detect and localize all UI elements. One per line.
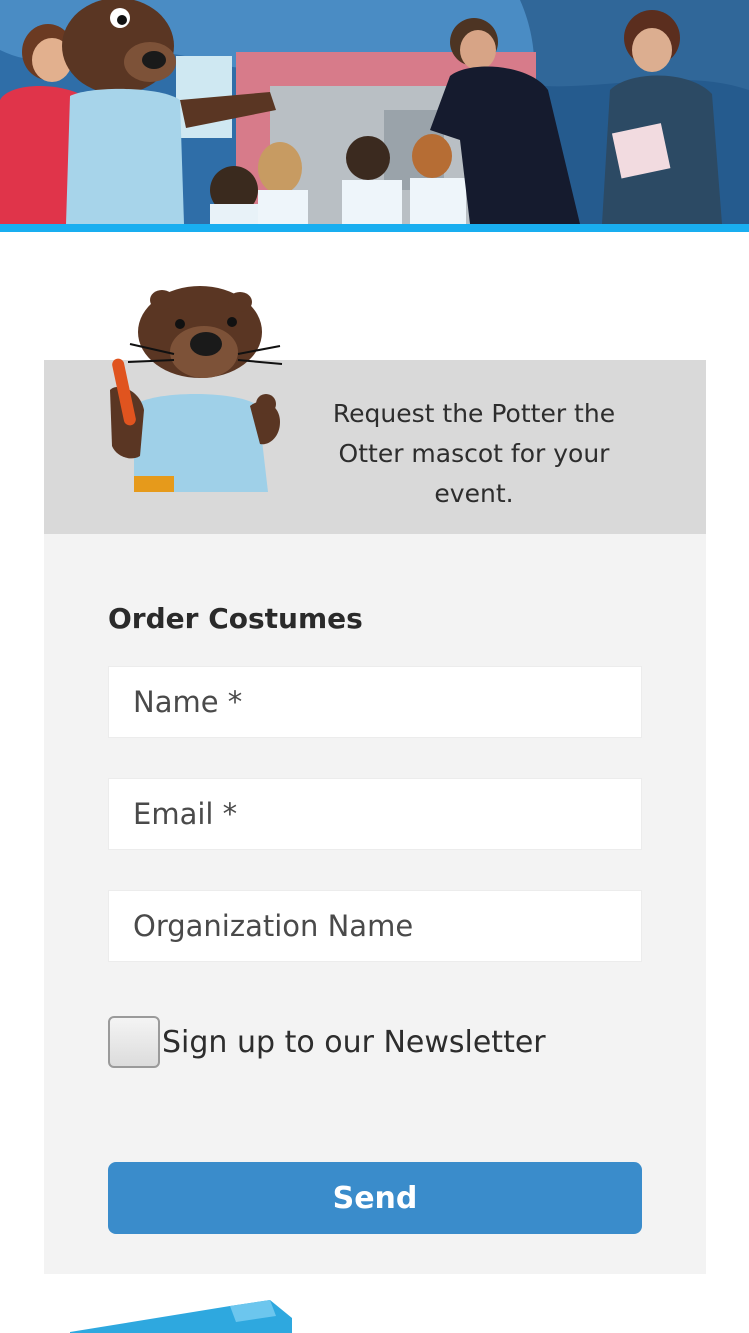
newsletter-label[interactable]: Sign up to our Newsletter (162, 1025, 546, 1060)
form-title: Order Costumes (108, 602, 363, 635)
mascot-promo-text: Request the Potter the Otter mascot for … (332, 399, 616, 508)
page: Request the Potter the Otter mascot for … (0, 0, 749, 1333)
booklet-image (70, 1300, 292, 1333)
email-field[interactable] (109, 779, 641, 849)
hero-photo-illustration (0, 0, 749, 224)
name-field[interactable] (109, 667, 641, 737)
newsletter-row: Sign up to our Newsletter (108, 1016, 546, 1068)
organization-field-wrapper (108, 890, 642, 962)
hero-accent-stripe (0, 224, 749, 232)
email-field-wrapper (108, 778, 642, 850)
send-button[interactable]: Send (108, 1162, 642, 1234)
name-field-wrapper (108, 666, 642, 738)
hero-photo (0, 0, 749, 224)
order-costumes-form: Order Costumes Sign up to our Newsletter… (44, 534, 706, 1274)
organization-name-field[interactable] (109, 891, 641, 961)
otter-mascot-image (110, 286, 283, 492)
newsletter-checkbox[interactable] (108, 1016, 160, 1068)
